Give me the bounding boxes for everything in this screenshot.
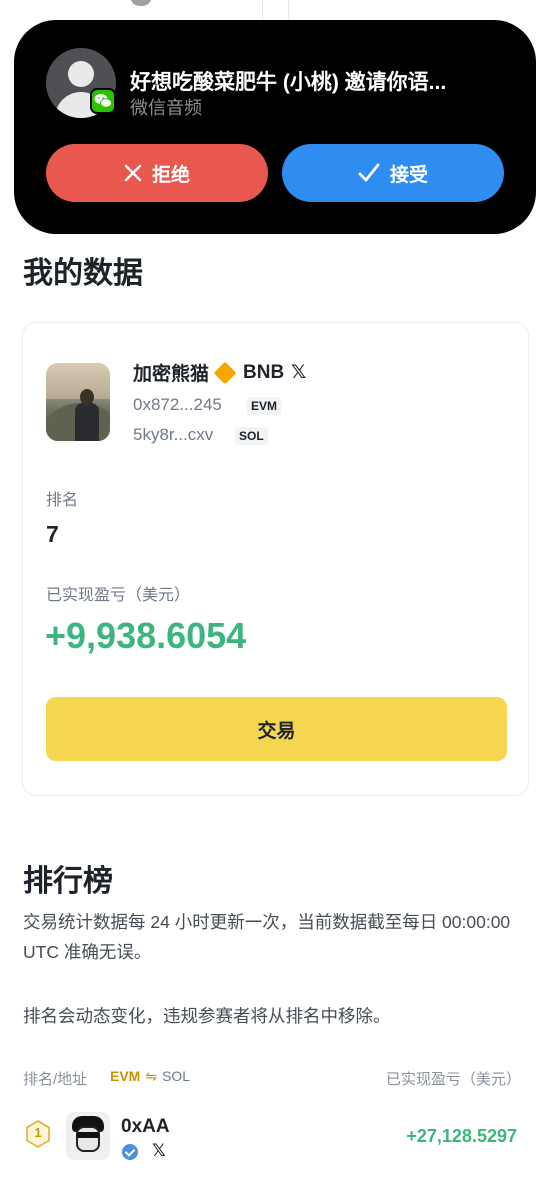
accept-button[interactable]: 接受	[282, 144, 504, 202]
background-tabs	[0, 0, 552, 20]
profile-name-row: 加密熊猫 BNB	[133, 359, 284, 386]
call-subtitle: 微信音频	[130, 98, 202, 118]
close-icon	[124, 164, 142, 182]
profile-name: 加密熊猫	[133, 364, 210, 385]
leaderboard-desc-update: 交易统计数据每 24 小时更新一次，当前数据截至每日 00:00:00 UTC …	[23, 912, 511, 962]
profile-badge: BNB	[243, 361, 285, 383]
wechat-icon	[90, 88, 116, 114]
row-pnl: +27,128.5297	[406, 1126, 517, 1146]
row-name: 0xAA	[121, 1116, 170, 1137]
profile-avatar[interactable]	[46, 363, 110, 441]
trade-button[interactable]: 交易	[46, 697, 507, 761]
row-rank: 1	[34, 1125, 42, 1140]
my-data-card: 加密熊猫 BNB 𝕏 0x872...245 EVM 5ky8r...cxv S…	[22, 322, 529, 796]
swap-icon: ⇋	[145, 1068, 158, 1084]
decline-button[interactable]: 拒绝	[46, 144, 268, 202]
toggle-evm[interactable]: EVM	[110, 1068, 140, 1084]
divider	[288, 0, 289, 20]
x-social-icon[interactable]: 𝕏	[291, 361, 306, 384]
call-title: 好想吃酸菜肥牛 (小桃) 邀请你语...	[130, 71, 447, 94]
header-pnl: 已实现盈亏（美元）	[385, 1071, 521, 1088]
avatar	[66, 1112, 110, 1160]
my-data-title: 我的数据	[23, 257, 143, 290]
sol-tag: SOL	[235, 427, 268, 445]
rank-label: 排名	[46, 492, 79, 509]
accept-label: 接受	[389, 164, 428, 186]
incoming-call-banner[interactable]: 好想吃酸菜肥牛 (小桃) 邀请你语... 微信音频 拒绝 接受	[14, 20, 536, 234]
rank-value: 7	[46, 521, 59, 547]
background-icon	[130, 0, 152, 6]
verified-icon	[122, 1144, 138, 1160]
pnl-label: 已实现盈亏（美元）	[46, 587, 191, 604]
chain-toggle[interactable]: EVM ⇋ SOL	[110, 1068, 190, 1085]
header-rank-address: 排名/地址	[23, 1071, 88, 1088]
leaderboard-title: 排行榜	[23, 865, 113, 898]
toggle-sol[interactable]: SOL	[162, 1068, 190, 1084]
checkmark-icon	[358, 163, 380, 182]
x-social-icon[interactable]: 𝕏	[152, 1141, 166, 1161]
rank-medal-icon: 1	[24, 1120, 52, 1148]
bnb-diamond-icon	[213, 361, 237, 384]
decline-label: 拒绝	[151, 164, 190, 186]
leaderboard-desc-rules: 排名会动态变化，违规参赛者将从排名中移除。	[23, 1006, 391, 1026]
divider	[262, 0, 263, 20]
sol-address[interactable]: 5ky8r...cxv	[133, 425, 213, 445]
evm-address[interactable]: 0x872...245	[133, 395, 222, 415]
evm-tag: EVM	[247, 397, 282, 415]
page: 好想吃酸菜肥牛 (小桃) 邀请你语... 微信音频 拒绝 接受 我的数据 加密熊…	[0, 0, 552, 1200]
pnl-value: +9,938.6054	[45, 615, 247, 656]
